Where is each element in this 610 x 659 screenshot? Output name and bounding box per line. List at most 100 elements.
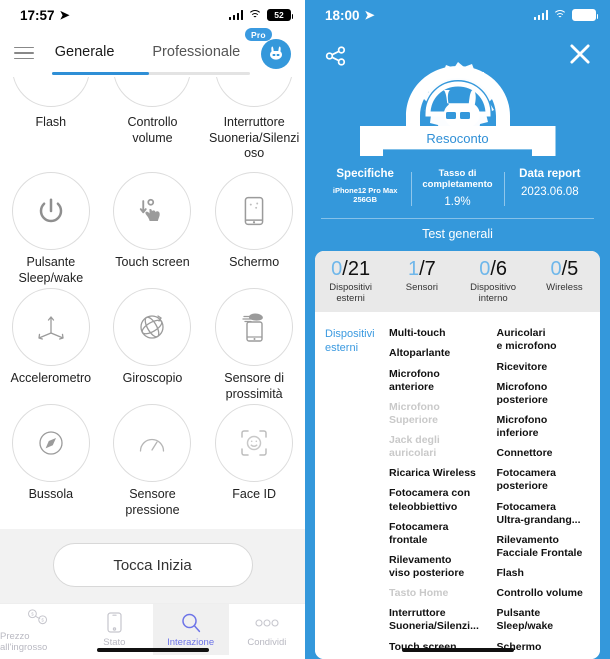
test-item-bussola[interactable]: Bussola xyxy=(0,402,102,518)
home-indicator-right xyxy=(305,641,610,659)
label-pulsante-sleep-wake: Pulsante Sleep/wake xyxy=(18,254,84,285)
hamburger-menu-icon[interactable] xyxy=(14,46,34,60)
face-id-icon xyxy=(215,404,294,483)
status-time: 17:57 xyxy=(20,7,55,23)
cellular-signal-icon xyxy=(228,10,243,20)
pressure-gauge-icon xyxy=(113,404,192,483)
count-done-3: 0 xyxy=(550,258,562,280)
label-accelerometro: Accelerometro xyxy=(10,371,92,386)
report-ribbon: Resoconto xyxy=(305,126,610,156)
list-item: Flash xyxy=(496,567,524,580)
count-total-1: /7 xyxy=(419,258,436,280)
test-item-sensore-pressione[interactable]: Sensore pressione xyxy=(102,402,204,518)
tab-professionale[interactable]: Professionale xyxy=(152,44,240,62)
label-sensore-pressione: Sensore pressione xyxy=(125,487,180,517)
report-card[interactable]: 0/21 Dispositivi esterni 1/7 Sensori 0/6… xyxy=(315,251,600,659)
money-icon: $ $ xyxy=(25,606,51,628)
list-item: Multi-touch xyxy=(389,327,446,340)
pro-badge: Pro xyxy=(245,28,272,41)
dots-icon xyxy=(254,612,280,634)
spec-specifiche: Specifiche iPhone12 Pro Max 256GB xyxy=(319,168,411,208)
label-schermo: Schermo xyxy=(229,254,280,269)
list-item: Microfono Superiore xyxy=(389,400,440,426)
wifi-icon xyxy=(553,9,567,21)
test-item-pulsante-sleep-wake[interactable]: Pulsante Sleep/wake xyxy=(0,170,102,286)
top-tab-bar: Generale Professionale Pro xyxy=(0,28,305,72)
test-item-controllo-volume[interactable] xyxy=(102,77,204,113)
section-dispositivi-esterni: Dispositivi esterni Multi-touch Altoparl… xyxy=(315,318,600,659)
label-face-id: Face ID xyxy=(232,487,277,502)
list-item: Microfono posteriore xyxy=(496,380,548,406)
test-item-schermo[interactable]: Schermo xyxy=(203,170,305,286)
sections-list: Dispositivi esterni Multi-touch Altoparl… xyxy=(315,311,600,659)
test-grid-rows: Pulsante Sleep/wake Touch screen Schermo xyxy=(0,170,305,519)
label-touch-screen: Touch screen xyxy=(115,254,190,269)
list-item: Auricolari e microfono xyxy=(496,327,557,353)
ribbon-title: Resoconto xyxy=(426,130,489,146)
magnifier-icon xyxy=(180,612,202,634)
spec-tasso: Tasso di completamento 1.9% xyxy=(411,168,503,208)
count-total-0: /21 xyxy=(342,258,371,280)
volume-control-icon xyxy=(113,77,192,107)
list-item: Tasto Home xyxy=(389,587,449,600)
accelerometer-axes-icon xyxy=(11,288,90,367)
location-arrow-icon: ➤ xyxy=(59,8,70,22)
count-total-3: /5 xyxy=(561,258,579,280)
test-item-face-id[interactable]: Face ID xyxy=(203,402,305,518)
list-item: Controllo volume xyxy=(496,587,583,600)
list-item: Rilevamento Facciale Frontale xyxy=(496,533,583,559)
count-label-2: Dispositivo interno xyxy=(470,282,517,305)
test-item-sensore-prossimita[interactable]: Sensore di prossimità xyxy=(203,286,305,402)
count-total-2: /6 xyxy=(490,258,508,280)
clipped-row xyxy=(0,77,305,113)
battery-level-right: 51 xyxy=(579,9,589,20)
count-label-0: Dispositivi esterni xyxy=(329,282,372,305)
section-0-col-2: Auricolari e microfono Ricevitore Microf… xyxy=(497,324,595,657)
count-sensori: 1/7 Sensori xyxy=(386,259,457,305)
status-time-right: 18:00 xyxy=(325,7,360,23)
power-icon xyxy=(11,171,90,250)
label-sensore-prossimita: Giroscopio xyxy=(122,371,183,386)
count-label-1: Sensori xyxy=(405,282,438,293)
ringer-switch-icon xyxy=(215,77,294,107)
touch-hand-icon xyxy=(113,171,192,250)
label-controllo-volume: Controllo volume xyxy=(127,115,178,145)
test-item-accelerometro[interactable]: Accelerometro xyxy=(0,286,102,402)
test-item-touch-screen[interactable]: Touch screen xyxy=(102,170,204,286)
test-item-interruttore[interactable] xyxy=(203,77,305,113)
compass-icon xyxy=(11,404,90,483)
list-item: Fotocamera posteriore xyxy=(496,467,557,493)
avatar[interactable]: Pro xyxy=(245,28,295,70)
label-bussola: Bussola xyxy=(28,487,74,502)
test-item-flash[interactable] xyxy=(0,77,102,113)
spec-title-2: Data report xyxy=(519,168,581,180)
list-item: Pulsante Sleep/wake xyxy=(496,607,554,633)
spec-value-1: 1.9% xyxy=(444,196,471,208)
flash-icon xyxy=(11,77,90,107)
cellular-signal-icon xyxy=(533,10,548,20)
spec-title-1: Tasso di completamento xyxy=(422,168,493,190)
phone-icon xyxy=(107,612,122,634)
list-item: Fotocamera frontale xyxy=(389,520,449,546)
spec-value-2: 2023.06.08 xyxy=(521,186,579,198)
list-item: Connettore xyxy=(496,447,553,460)
count-label-3: Wireless xyxy=(546,282,583,293)
status-bar-right: 18:00 ➤ 51 xyxy=(305,0,610,30)
rabbit-avatar-icon xyxy=(261,39,291,69)
list-item: Microfono inferiore xyxy=(496,413,548,440)
tab-generale[interactable]: Generale xyxy=(55,44,115,62)
count-done-0: 0 xyxy=(331,258,343,280)
list-item: Fotocamera con teleobbiettivo xyxy=(389,487,471,513)
home-indicator-left xyxy=(0,641,305,659)
spec-data: Data report 2023.06.08 xyxy=(503,168,596,208)
list-item: Interruttore Suoneria/Silenzi... xyxy=(389,607,479,633)
test-item-giroscopio[interactable]: Giroscopio xyxy=(102,286,204,402)
device-test-grid[interactable]: Flash Controllo volume Interruttore Suon… xyxy=(0,75,305,529)
list-item: Altoparlante xyxy=(389,347,451,360)
section-0-col-1: Multi-touch Altoparlante Microfono anter… xyxy=(389,324,487,657)
list-item: Rilevamento viso posteriore xyxy=(389,553,465,580)
gyroscope-icon xyxy=(113,288,192,367)
tab-underline xyxy=(52,72,250,75)
location-arrow-icon: ➤ xyxy=(364,8,375,22)
start-button[interactable]: Tocca Inizia xyxy=(52,543,253,587)
